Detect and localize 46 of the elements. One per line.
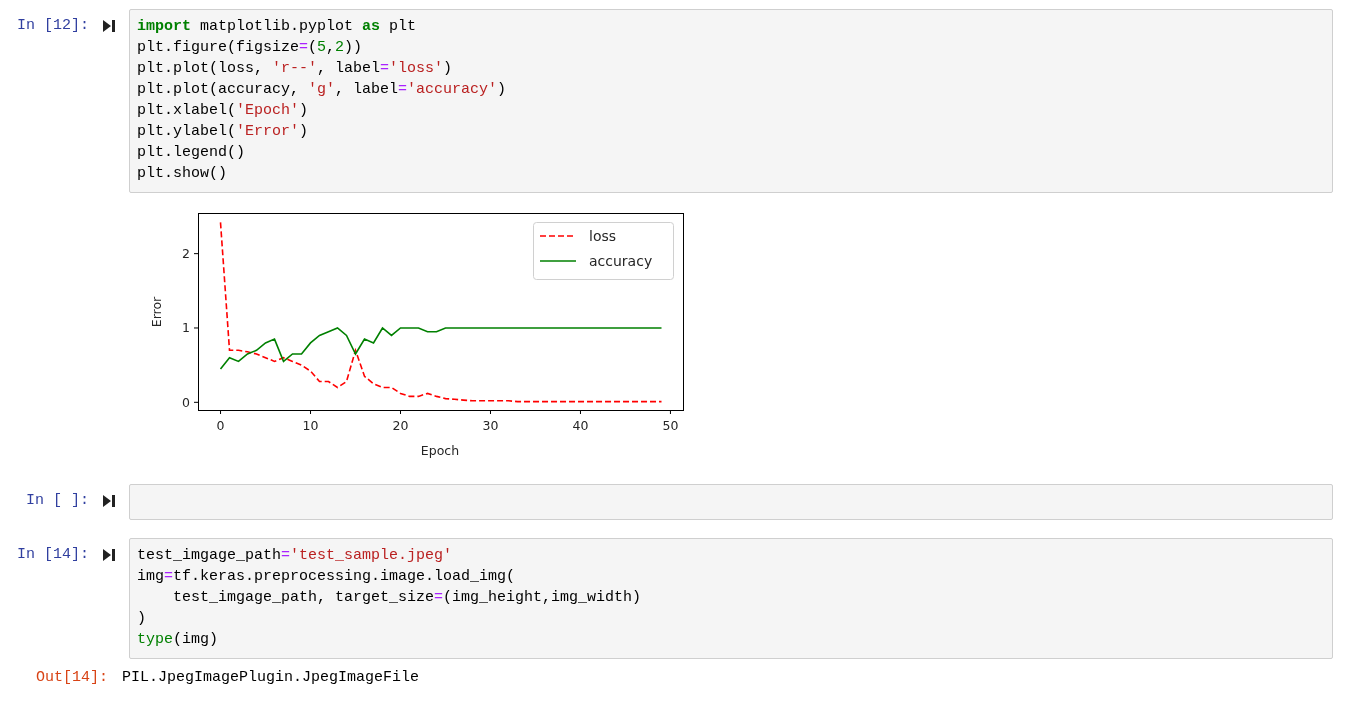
code-line: plt.ylabel('Error') <box>137 122 310 142</box>
output-text: PIL.JpegImagePlugin.JpegImageFile <box>122 668 420 688</box>
tick-label: 30 <box>482 418 499 433</box>
run-icon[interactable] <box>102 494 116 508</box>
prompt-label: In [ ]: <box>25 491 90 511</box>
axis-label: Error <box>149 296 164 328</box>
code-input[interactable]: import matplotlib.pyplot as plt plt.figure(figsize=(5,2)) plt.plot(loss, 'r--', label='loss') plt.plot(accuracy, 'g', label='accuracy') plt.xlabel('Epoch') plt.ylabel('Error') plt.legend() plt.show() <box>129 9 1333 193</box>
tick-mark <box>193 327 199 329</box>
code-line: plt.show() <box>137 164 228 184</box>
code-line: plt.xlabel('Epoch') <box>137 101 310 121</box>
tick-label: 40 <box>572 418 589 433</box>
tick-label: 2 <box>182 246 190 262</box>
tick-mark <box>193 401 199 403</box>
run-icon[interactable] <box>102 19 116 33</box>
tick-mark <box>579 409 581 415</box>
tick-label: 10 <box>302 418 319 433</box>
code-line: type(img) <box>137 630 220 650</box>
code-line: import matplotlib.pyplot as plt <box>137 17 418 37</box>
run-icon[interactable] <box>102 548 116 562</box>
tick-mark <box>193 253 199 255</box>
output-prompt: Out[14]: <box>35 668 109 688</box>
tick-label: 1 <box>182 320 190 336</box>
prompt-label: In [14]: <box>16 545 90 565</box>
tick-mark <box>220 409 222 415</box>
code-line: img=tf.keras.preprocessing.image.load_img( <box>137 567 517 587</box>
code-line: test_imgage_path='test_sample.jpeg' <box>137 546 454 566</box>
code-line: plt.plot(loss, 'r--', label='loss') <box>137 59 454 79</box>
prompt-label: In [12]: <box>16 16 90 36</box>
tick-mark <box>490 409 491 415</box>
tick-label: 50 <box>662 418 679 433</box>
legend-label: loss <box>589 228 617 244</box>
tick-mark <box>669 409 671 415</box>
code-line: plt.legend() <box>137 143 247 163</box>
tick-mark <box>310 409 312 415</box>
tick-mark <box>400 409 401 415</box>
tick-label: 0 <box>182 394 190 410</box>
tick-label: 0 <box>216 418 225 433</box>
legend-label: accuracy <box>589 253 653 269</box>
tick-label: 20 <box>392 418 409 433</box>
code-input[interactable] <box>129 484 1333 520</box>
code-line: plt.figure(figsize=(5,2)) <box>137 38 364 58</box>
axis-label: Epoch <box>420 443 460 458</box>
code-line: ) <box>137 609 147 629</box>
code-line: test_imgage_path, target_size=(img_height,img_width) <box>172 588 643 608</box>
code-line: plt.plot(accuracy, 'g', label='accuracy') <box>137 80 508 100</box>
code-input[interactable]: test_imgage_path='test_sample.jpeg' img=tf.keras.preprocessing.image.load_img( test_imgage_path, target_size=(img_height,img_width) ) type(img) <box>129 538 1333 659</box>
